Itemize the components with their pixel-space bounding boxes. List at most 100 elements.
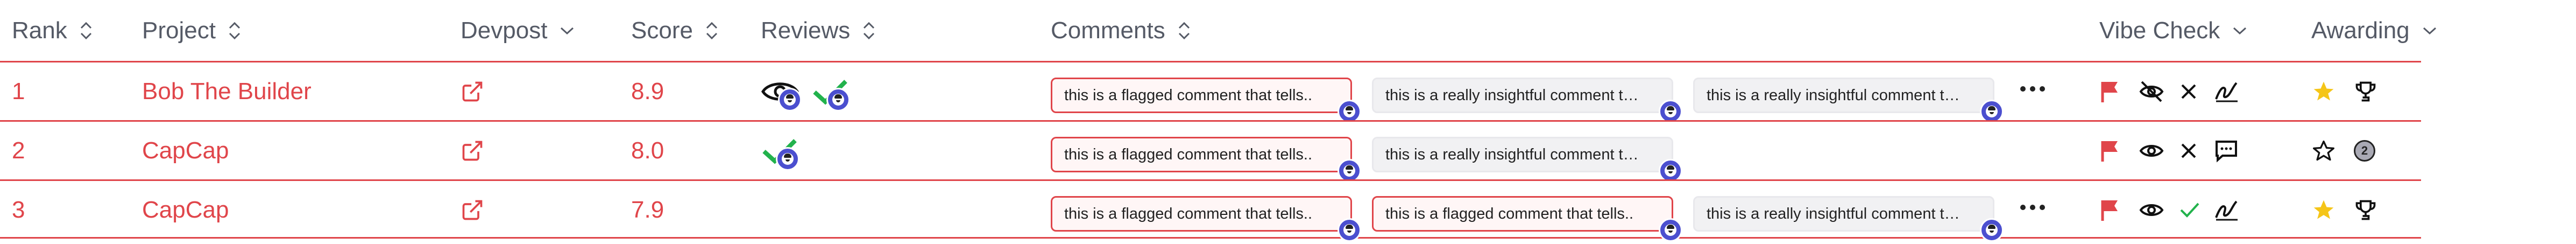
star-outline-icon[interactable] [2311, 139, 2336, 163]
comment-chip[interactable]: this is a flagged comment that tells.. [1051, 78, 1361, 123]
award-trophy[interactable] [2354, 62, 2377, 120]
vibe-flag[interactable] [2099, 181, 2121, 239]
comment-chip[interactable]: this is a really insightful comment that… [1372, 137, 1682, 183]
flag-icon[interactable] [2099, 80, 2121, 103]
vibe-signature[interactable] [2214, 181, 2240, 239]
header-reviews-label: Reviews [761, 17, 851, 44]
flag-icon[interactable] [2099, 139, 2121, 163]
table-area: Rank Project Devpost Score Reviews Comme… [0, 0, 2436, 244]
eye-icon[interactable] [2139, 139, 2164, 163]
sort-icon[interactable] [862, 20, 876, 41]
header-score-label: Score [631, 17, 693, 44]
check-icon[interactable] [2179, 200, 2200, 220]
header-reviews[interactable]: Reviews [761, 0, 876, 61]
eye-icon[interactable] [2139, 198, 2164, 222]
header-awarding[interactable]: Awarding [2311, 0, 2438, 61]
message-icon[interactable] [2214, 139, 2239, 163]
header-devpost[interactable]: Devpost [461, 0, 575, 61]
vibe-flag[interactable] [2099, 62, 2121, 120]
star-filled-icon[interactable] [2311, 80, 2336, 103]
comment-chip[interactable]: this is a flagged comment that tells.. [1051, 196, 1361, 242]
reviews-cell [761, 62, 850, 120]
header-rank-label: Rank [12, 17, 67, 44]
external-link-icon[interactable] [461, 198, 484, 222]
sort-icon[interactable] [228, 20, 242, 41]
table-row[interactable]: 2 CapCap 8.0 this is a flagged comment t… [0, 120, 2421, 183]
external-link-icon[interactable] [461, 139, 484, 163]
table-header: Rank Project Devpost Score Reviews Comme… [0, 0, 2436, 61]
vibe-visibility[interactable] [2139, 181, 2164, 239]
header-vibe-check[interactable]: Vibe Check [2099, 0, 2248, 61]
award-badge[interactable]: 2 [2354, 122, 2375, 179]
header-rank[interactable]: Rank [12, 0, 93, 61]
reviewer-avatar [776, 147, 799, 171]
flag-icon[interactable] [2099, 198, 2121, 222]
header-comments[interactable]: Comments [1051, 0, 1191, 61]
devpost-link[interactable] [461, 181, 484, 239]
rank-cell: 1 [12, 78, 25, 104]
score-cell: 7.9 [631, 196, 664, 223]
sort-icon[interactable] [705, 20, 719, 41]
check-avatar-icon[interactable] [761, 137, 799, 171]
eye-off-icon[interactable] [2139, 80, 2164, 103]
award-star[interactable] [2311, 62, 2336, 120]
x-icon[interactable] [2179, 141, 2198, 161]
external-link-icon[interactable] [461, 80, 484, 103]
vibe-visibility[interactable] [2139, 62, 2164, 120]
devpost-link[interactable] [461, 62, 484, 120]
badge-2-icon[interactable]: 2 [2354, 140, 2375, 162]
comment-chip[interactable]: this is a really insightful comment that… [1372, 78, 1682, 123]
comment-chip[interactable]: this is a flagged comment that tells.. [1051, 137, 1361, 183]
table-row[interactable]: 3 CapCap 7.9 this is a flagged comment t… [0, 179, 2421, 242]
signature-icon[interactable] [2214, 198, 2240, 222]
more-comments-icon[interactable] [2020, 205, 2045, 210]
score-cell: 8.0 [631, 137, 664, 164]
header-project[interactable]: Project [142, 0, 242, 61]
more-comments-icon[interactable] [2020, 86, 2045, 92]
vibe-status[interactable] [2179, 122, 2198, 179]
table-row[interactable]: 1 Bob The Builder 8.9 this is a flagged … [0, 61, 2421, 123]
award-star[interactable] [2311, 122, 2336, 179]
comment-chip[interactable]: this is a flagged comment that tells.. [1372, 196, 1682, 242]
commenter-avatar [1659, 218, 1682, 242]
vibe-message[interactable] [2214, 122, 2239, 179]
commenter-avatar [1980, 218, 2004, 242]
project-name[interactable]: CapCap [142, 122, 229, 179]
header-awarding-label: Awarding [2311, 17, 2410, 44]
chevron-down-icon[interactable] [559, 25, 575, 36]
award-trophy[interactable] [2354, 181, 2377, 239]
sort-icon[interactable] [1177, 20, 1191, 41]
comment-text: this is a really insightful comment that… [1707, 86, 1965, 104]
vibe-status[interactable] [2179, 181, 2200, 239]
comment-text: this is a flagged comment that tells.. [1385, 205, 1633, 222]
reviewer-avatar [778, 87, 802, 111]
header-comments-label: Comments [1051, 17, 1165, 44]
comment-text: this is a really insightful comment that… [1385, 145, 1644, 163]
vibe-flag[interactable] [2099, 122, 2121, 179]
chevron-down-icon[interactable] [2422, 25, 2438, 36]
comment-chip[interactable]: this is a really insightful comment that… [1693, 78, 2004, 123]
star-filled-icon[interactable] [2311, 198, 2336, 222]
project-name[interactable]: CapCap [142, 181, 229, 239]
sort-icon[interactable] [79, 20, 93, 41]
eye-avatar-icon[interactable] [761, 78, 802, 111]
header-score[interactable]: Score [631, 0, 719, 61]
vibe-status[interactable] [2179, 62, 2198, 120]
comment-text: this is a really insightful comment that… [1707, 205, 1965, 222]
reviews-cell [761, 122, 799, 179]
comment-text: this is a really insightful comment that… [1385, 86, 1644, 104]
project-name[interactable]: Bob The Builder [142, 62, 312, 120]
trophy-icon[interactable] [2354, 198, 2377, 222]
comment-text: this is a flagged comment that tells.. [1064, 145, 1312, 163]
vibe-visibility[interactable] [2139, 122, 2164, 179]
devpost-link[interactable] [461, 122, 484, 179]
award-star[interactable] [2311, 181, 2336, 239]
vibe-signature[interactable] [2214, 62, 2240, 120]
x-icon[interactable] [2179, 82, 2198, 101]
comment-chip[interactable]: this is a really insightful comment that… [1693, 196, 2004, 242]
score-cell: 8.9 [631, 78, 664, 104]
trophy-icon[interactable] [2354, 79, 2377, 104]
chevron-down-icon[interactable] [2232, 25, 2248, 36]
check-avatar-icon[interactable] [811, 78, 850, 111]
signature-icon[interactable] [2214, 80, 2240, 103]
